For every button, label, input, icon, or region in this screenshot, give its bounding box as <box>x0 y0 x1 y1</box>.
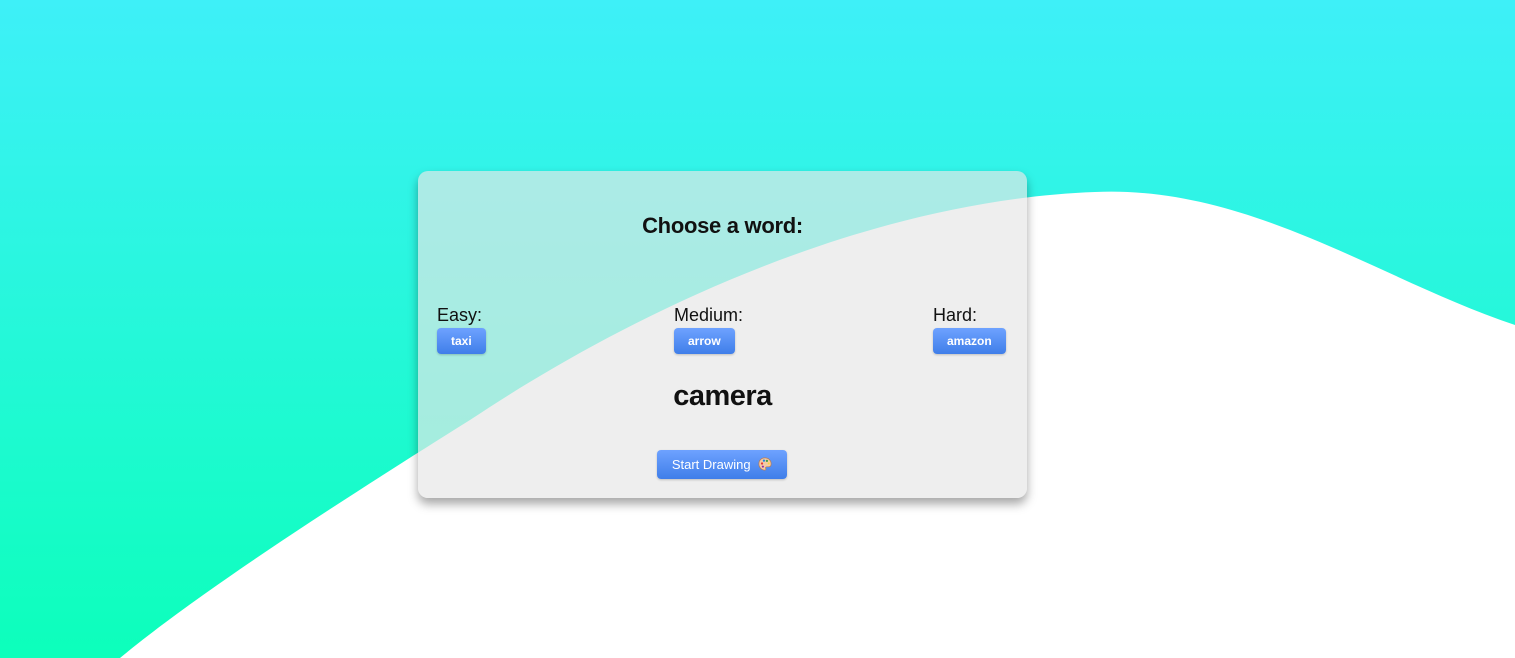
start-drawing-button[interactable]: Start Drawing <box>657 450 787 479</box>
level-hard-label: Hard: <box>933 305 978 325</box>
level-easy: Easy: taxi <box>437 304 486 354</box>
page-background: Choose a word: Easy: taxi Medium: arrow … <box>0 0 1515 658</box>
card-title: Choose a word: <box>642 213 803 238</box>
selected-word: camera <box>673 380 772 412</box>
easy-word-button[interactable]: taxi <box>437 328 486 354</box>
level-medium: Medium: arrow <box>674 304 743 354</box>
level-easy-label: Easy: <box>437 305 483 325</box>
level-medium-label: Medium: <box>674 305 744 325</box>
level-hard: Hard: amazon <box>933 304 1006 354</box>
hard-word-button[interactable]: amazon <box>933 328 1006 354</box>
word-chooser-card: Choose a word: Easy: taxi Medium: arrow … <box>418 171 1027 498</box>
palette-icon <box>758 457 772 471</box>
start-drawing-label: Start Drawing <box>671 457 751 472</box>
medium-word-button[interactable]: arrow <box>674 328 735 354</box>
